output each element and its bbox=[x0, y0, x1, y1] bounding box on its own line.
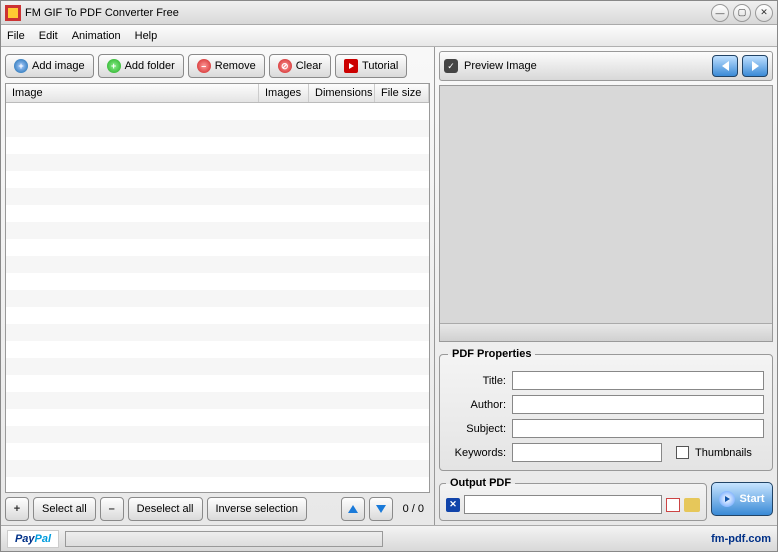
add-image-label: Add image bbox=[32, 60, 85, 72]
title-label: Title: bbox=[448, 375, 506, 387]
start-button[interactable]: Start bbox=[711, 482, 773, 516]
clear-label: Clear bbox=[296, 60, 322, 72]
remove-button[interactable]: –Remove bbox=[188, 54, 265, 78]
start-label: Start bbox=[739, 493, 764, 505]
item-counter: 0 / 0 bbox=[397, 503, 430, 515]
uncheck-all-icon-button[interactable]: – bbox=[100, 497, 124, 521]
play-icon bbox=[344, 59, 358, 73]
paypal-button[interactable]: PayPal bbox=[7, 530, 59, 548]
author-label: Author: bbox=[448, 399, 506, 411]
table-body[interactable] bbox=[6, 103, 429, 492]
minus-icon: – bbox=[197, 59, 211, 73]
keywords-input[interactable] bbox=[512, 443, 662, 462]
subject-label: Subject: bbox=[448, 423, 506, 435]
right-pane: Preview Image PDF Properties Title: Auth… bbox=[435, 47, 777, 525]
folder-plus-icon: + bbox=[107, 59, 121, 73]
col-filesize[interactable]: File size bbox=[375, 84, 429, 102]
menu-edit[interactable]: Edit bbox=[39, 30, 58, 42]
next-image-button[interactable] bbox=[742, 55, 768, 77]
prev-image-button[interactable] bbox=[712, 55, 738, 77]
preview-footer bbox=[440, 323, 772, 341]
tutorial-label: Tutorial bbox=[362, 60, 398, 72]
move-down-button[interactable] bbox=[369, 497, 393, 521]
add-folder-label: Add folder bbox=[125, 60, 175, 72]
arrow-up-icon bbox=[348, 505, 358, 513]
author-input[interactable] bbox=[512, 395, 764, 414]
minus-small-icon: – bbox=[109, 503, 115, 515]
statusbar: PayPal fm-pdf.com bbox=[1, 525, 777, 551]
inverse-selection-button[interactable]: Inverse selection bbox=[207, 497, 308, 521]
image-table: Image Images Dimensions File size bbox=[5, 83, 430, 493]
minimize-button[interactable]: — bbox=[711, 4, 729, 22]
output-path-input[interactable] bbox=[464, 495, 662, 514]
pdf-properties-group: PDF Properties Title: Author: Subject: K… bbox=[439, 348, 773, 471]
left-pane: +Add image +Add folder –Remove ⊘Clear Tu… bbox=[1, 47, 435, 525]
title-input[interactable] bbox=[512, 371, 764, 390]
pdf-properties-legend: PDF Properties bbox=[448, 348, 535, 360]
menubar: File Edit Animation Help bbox=[1, 25, 777, 47]
menu-file[interactable]: File bbox=[7, 30, 25, 42]
menu-animation[interactable]: Animation bbox=[72, 30, 121, 42]
deselect-all-button[interactable]: Deselect all bbox=[128, 497, 203, 521]
browse-folder-icon[interactable] bbox=[684, 498, 700, 512]
start-play-icon bbox=[719, 491, 735, 507]
progress-bar bbox=[65, 531, 383, 547]
titlebar: FM GIF To PDF Converter Free — ▢ ✕ bbox=[1, 1, 777, 25]
plus-small-icon: + bbox=[14, 503, 20, 515]
clear-button[interactable]: ⊘ Clear bbox=[269, 54, 331, 78]
app-icon bbox=[5, 5, 21, 21]
table-header: Image Images Dimensions File size bbox=[6, 84, 429, 103]
col-image[interactable]: Image bbox=[6, 84, 259, 102]
window-title: FM GIF To PDF Converter Free bbox=[25, 7, 711, 19]
output-pdf-group: Output PDF ✕ bbox=[439, 477, 707, 521]
add-folder-button[interactable]: + Add folder bbox=[98, 54, 184, 78]
move-up-button[interactable] bbox=[341, 497, 365, 521]
pdf-file-icon[interactable] bbox=[666, 498, 680, 512]
preview-header: Preview Image bbox=[439, 51, 773, 81]
thumbnails-label: Thumbnails bbox=[695, 447, 752, 459]
arrow-right-icon bbox=[752, 61, 759, 71]
clear-path-icon[interactable]: ✕ bbox=[446, 498, 460, 512]
maximize-button[interactable]: ▢ bbox=[733, 4, 751, 22]
subject-input[interactable] bbox=[512, 419, 764, 438]
arrow-left-icon bbox=[722, 61, 729, 71]
selection-toolbar: + Select all – Deselect all Inverse sele… bbox=[5, 493, 430, 521]
tutorial-button[interactable]: Tutorial bbox=[335, 54, 407, 78]
arrow-down-icon bbox=[376, 505, 386, 513]
close-button[interactable]: ✕ bbox=[755, 4, 773, 22]
preview-checkbox[interactable] bbox=[444, 59, 458, 73]
menu-help[interactable]: Help bbox=[135, 30, 158, 42]
select-all-button[interactable]: Select all bbox=[33, 497, 96, 521]
plus-icon: + bbox=[14, 59, 28, 73]
preview-panel bbox=[439, 85, 773, 342]
main-toolbar: + Add image + Add folder –Remove ⊘ Clear Tu… bbox=[5, 51, 430, 81]
keywords-label: Keywords: bbox=[448, 447, 506, 459]
remove-label: Remove bbox=[215, 60, 256, 72]
website-link[interactable]: fm-pdf.com bbox=[711, 533, 771, 545]
thumbnails-checkbox[interactable] bbox=[676, 446, 689, 459]
output-legend: Output PDF bbox=[446, 477, 515, 489]
no-entry-icon: ⊘ bbox=[278, 59, 292, 73]
col-images[interactable]: Images bbox=[259, 84, 309, 102]
preview-label: Preview Image bbox=[464, 60, 537, 72]
check-all-icon-button[interactable]: + bbox=[5, 497, 29, 521]
col-dimensions[interactable]: Dimensions bbox=[309, 84, 375, 102]
add-image-button[interactable]: + Add image bbox=[5, 54, 94, 78]
